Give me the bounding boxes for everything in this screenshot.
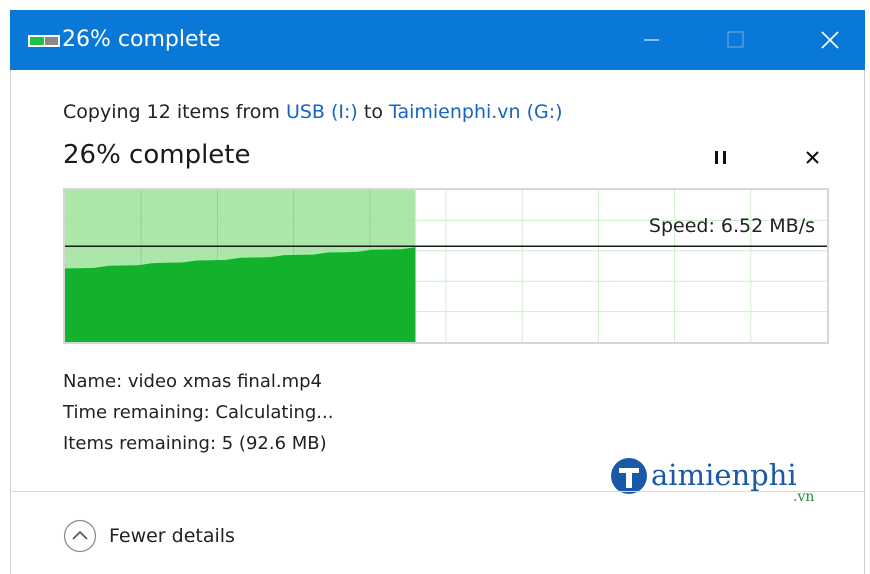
source-link[interactable]: USB (I:) bbox=[286, 101, 358, 123]
pause-icon bbox=[715, 151, 726, 164]
cancel-icon bbox=[806, 151, 819, 164]
watermark-logo: aimienphi .vn bbox=[609, 456, 839, 514]
title-bar[interactable]: 26% complete bbox=[10, 10, 865, 70]
fewer-details-label: Fewer details bbox=[109, 525, 235, 547]
items-remaining: Items remaining: 5 (92.6 MB) bbox=[63, 433, 327, 454]
destination-link[interactable]: Taimienphi.vn (G:) bbox=[389, 101, 563, 123]
copy-progress-window: 26% complete Copying 12 items from USB (… bbox=[0, 0, 870, 574]
close-button[interactable] bbox=[795, 10, 859, 70]
maximize-icon bbox=[727, 31, 744, 48]
minimize-button[interactable] bbox=[619, 10, 683, 70]
progress-heading: 26% complete bbox=[63, 140, 251, 170]
copy-summary: Copying 12 items from USB (I:) to Taimie… bbox=[63, 100, 563, 124]
minimize-icon bbox=[644, 39, 659, 41]
cancel-button[interactable] bbox=[798, 143, 828, 171]
chevron-up-icon bbox=[63, 519, 97, 553]
speed-graph: Speed: 6.52 MB/s bbox=[63, 188, 829, 344]
copy-progress-icon bbox=[28, 35, 60, 47]
file-name: Name: video xmas final.mp4 bbox=[63, 371, 323, 392]
time-remaining: Time remaining: Calculating... bbox=[63, 402, 334, 423]
watermark-t-icon bbox=[611, 458, 647, 494]
window-title: 26% complete bbox=[62, 27, 221, 52]
fewer-details-button[interactable]: Fewer details bbox=[63, 519, 283, 553]
footer-divider bbox=[11, 491, 864, 492]
speed-label: Speed: 6.52 MB/s bbox=[648, 215, 815, 237]
copy-prefix: Copying 12 items from bbox=[63, 101, 286, 123]
pause-button[interactable] bbox=[705, 143, 737, 171]
maximize-button[interactable] bbox=[703, 10, 767, 70]
dialog-body: Copying 12 items from USB (I:) to Taimie… bbox=[10, 70, 865, 574]
watermark-brand: aimienphi bbox=[651, 458, 797, 492]
speed-graph-canvas bbox=[65, 190, 827, 342]
copy-middle: to bbox=[357, 101, 389, 123]
close-icon bbox=[821, 31, 839, 49]
